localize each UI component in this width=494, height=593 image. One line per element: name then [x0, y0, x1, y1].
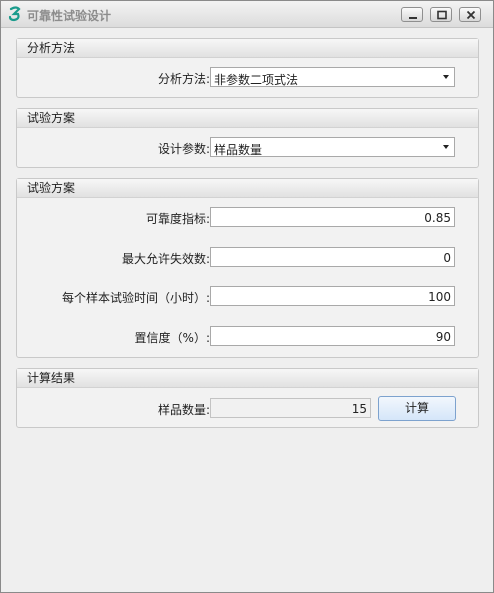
max-failures-value: 0 [443, 251, 451, 265]
result-group-title: 计算结果 [17, 369, 478, 388]
maximize-button[interactable] [430, 7, 452, 22]
sample-count-label: 样品数量: [157, 403, 210, 417]
design-param-select[interactable]: 样品数量 [210, 137, 455, 157]
test-params-group: 试验方案 可靠度指标: 0.85 最大允许失效数: 0 每个样本试验时间（小时）… [16, 178, 479, 358]
minimize-icon [409, 17, 417, 19]
design-plan-group-title: 试验方案 [17, 109, 478, 128]
analysis-method-label: 分析方法: [157, 72, 210, 86]
analysis-method-select[interactable]: 非参数二项式法 [210, 67, 455, 87]
test-time-row: 每个样本试验时间（小时）: 100 [17, 286, 478, 308]
analysis-method-value: 非参数二项式法 [214, 73, 299, 87]
main-window: 可靠性试验设计 分析方法 分析方法: 非参数二项式法 试验方案 设计参数: 样品… [0, 0, 494, 593]
test-time-value: 100 [428, 290, 451, 304]
reliability-label: 可靠度指标: [145, 212, 210, 226]
sample-count-value: 15 [351, 402, 367, 416]
analysis-method-row: 分析方法: 非参数二项式法 [17, 67, 478, 89]
max-failures-input[interactable]: 0 [210, 247, 455, 267]
close-icon [466, 10, 476, 20]
chevron-down-icon [443, 145, 449, 149]
design-param-label: 设计参数: [157, 142, 210, 156]
chevron-down-icon [443, 75, 449, 79]
max-failures-label: 最大允许失效数: [121, 252, 210, 266]
test-time-input[interactable]: 100 [210, 286, 455, 306]
confidence-input[interactable]: 90 [210, 326, 455, 346]
design-param-value: 样品数量 [214, 143, 263, 157]
max-failures-row: 最大允许失效数: 0 [17, 247, 478, 269]
design-plan-group: 试验方案 设计参数: 样品数量 [16, 108, 479, 168]
confidence-value: 90 [435, 330, 451, 344]
close-button[interactable] [459, 7, 481, 22]
analysis-method-group: 分析方法 分析方法: 非参数二项式法 [16, 38, 479, 98]
title-bar[interactable]: 可靠性试验设计 [1, 1, 493, 28]
test-params-group-title: 试验方案 [17, 179, 478, 198]
app-logo-icon [8, 6, 21, 22]
calculate-button[interactable]: 计算 [378, 396, 456, 421]
sample-count-output: 15 [210, 398, 371, 418]
window-title: 可靠性试验设计 [27, 9, 112, 23]
minimize-button[interactable] [401, 7, 423, 22]
reliability-value: 0.85 [424, 211, 451, 225]
analysis-method-group-title: 分析方法 [17, 39, 478, 58]
confidence-row: 置信度（%）: 90 [17, 326, 478, 348]
reliability-input[interactable]: 0.85 [210, 207, 455, 227]
maximize-icon [437, 10, 447, 20]
result-group: 计算结果 样品数量: 15 计算 [16, 368, 479, 428]
test-time-label: 每个样本试验时间（小时）: [61, 291, 210, 305]
confidence-label: 置信度（%）: [134, 331, 210, 345]
design-param-row: 设计参数: 样品数量 [17, 137, 478, 159]
sample-count-row: 样品数量: 15 计算 [17, 396, 478, 421]
reliability-row: 可靠度指标: 0.85 [17, 207, 478, 229]
